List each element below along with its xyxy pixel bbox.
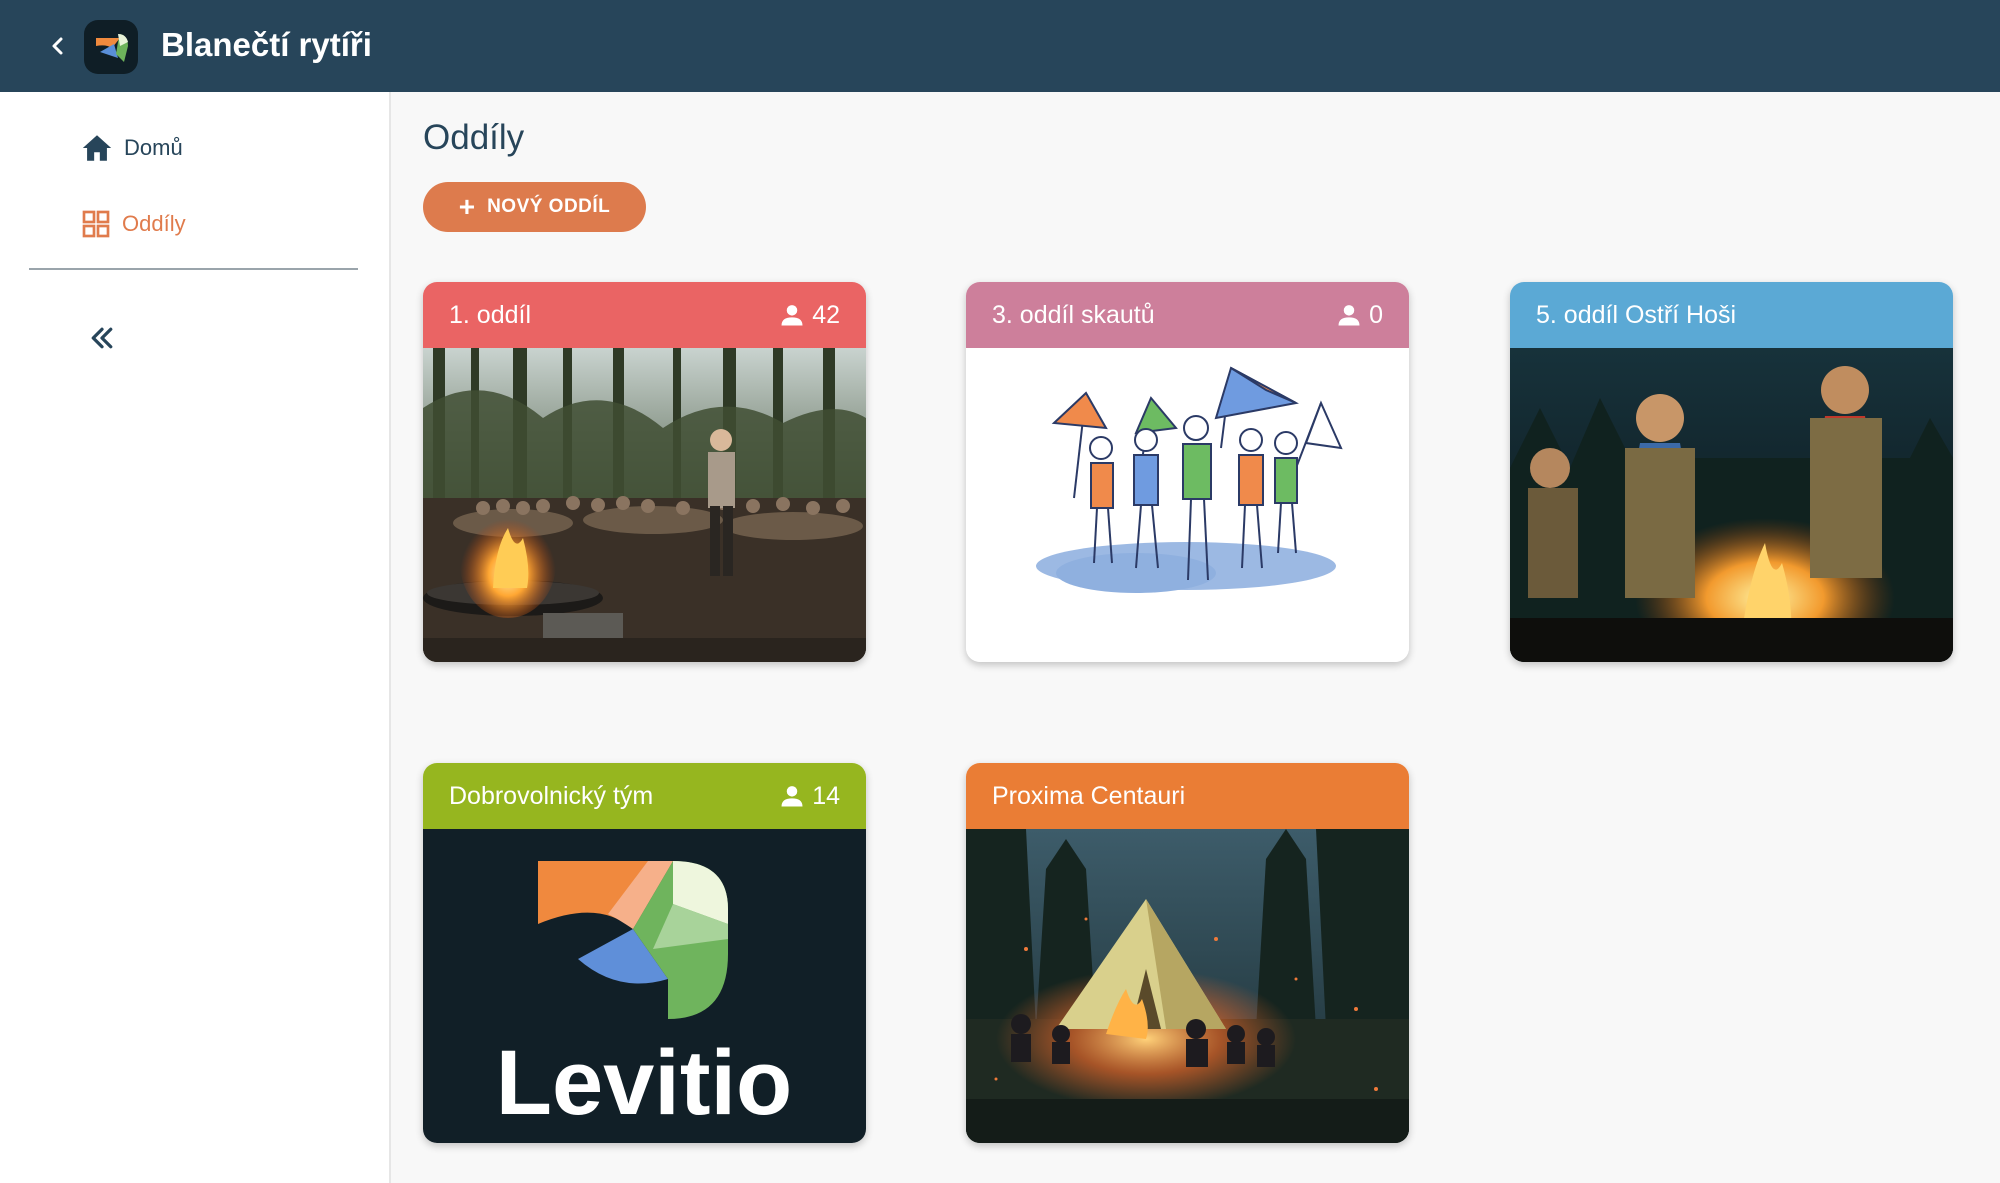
grid-icon (82, 210, 110, 238)
card-image (966, 348, 1409, 662)
card-title: 3. oddíl skautů (992, 301, 1155, 329)
member-count: 14 (778, 779, 840, 813)
card-title: Dobrovolnický tým (449, 782, 654, 810)
member-count-value: 42 (812, 301, 840, 329)
group-card[interactable]: 5. oddíl Ostří Hoši (1510, 282, 1953, 662)
member-count: 0 (1335, 298, 1383, 332)
person-icon (781, 305, 803, 326)
sidebar-item-home[interactable]: Domů (80, 122, 183, 174)
card-image (423, 348, 866, 662)
collapse-sidebar-button[interactable] (82, 318, 122, 358)
sidebar-item-label: Domů (124, 135, 183, 160)
card-title: 1. oddíl (449, 301, 532, 329)
page-title: Oddíly (423, 118, 525, 157)
card-title: Proxima Centauri (992, 782, 1186, 810)
app-logo (84, 20, 138, 74)
card-header: 1. oddíl 42 (423, 282, 866, 348)
card-header: Dobrovolnický tým 14 (423, 763, 866, 829)
card-header: 5. oddíl Ostří Hoši (1510, 282, 1953, 348)
new-group-button[interactable]: + NOVÝ ODDÍL (423, 182, 646, 232)
card-title: 5. oddíl Ostří Hoši (1536, 301, 1737, 329)
group-card[interactable]: 1. oddíl 42 (423, 282, 866, 662)
group-card[interactable]: Proxima Centauri (966, 763, 1409, 1143)
new-group-button-label: NOVÝ ODDÍL (487, 196, 611, 217)
app-title: Blanečtí rytíři (161, 26, 372, 63)
sidebar-item-label: Oddíly (122, 211, 186, 236)
night-scouts-painting (1510, 348, 1953, 662)
card-header: Proxima Centauri (966, 763, 1409, 829)
top-bar: Blanečtí rytíři (0, 0, 2000, 92)
levitio-logo-text: Levitio (496, 1032, 792, 1134)
card-image (966, 829, 1409, 1143)
sidebar-item-groups[interactable]: Oddíly (80, 198, 186, 250)
card-header: 3. oddíl skautů 0 (966, 282, 1409, 348)
sidebar-divider (29, 268, 358, 270)
levitio-logo: Levitio (496, 861, 792, 1134)
tent-campfire-painting (966, 829, 1409, 1143)
plus-icon: + (458, 191, 476, 222)
person-icon (1338, 305, 1360, 326)
campfire-photo (423, 348, 866, 662)
sidebar: Domů Oddíly (0, 92, 391, 1183)
person-icon (781, 786, 803, 807)
member-count: 42 (778, 298, 840, 332)
back-button[interactable] (40, 28, 76, 64)
group-card[interactable]: Dobrovolnický tým 14 Levitio (423, 763, 866, 1143)
double-chevron-left-icon (91, 327, 113, 349)
card-image (1510, 348, 1953, 662)
member-count-value: 0 (1369, 301, 1383, 329)
home-icon (82, 135, 112, 161)
member-count-value: 14 (812, 782, 840, 810)
scouts-illustration (1036, 366, 1343, 593)
group-card[interactable]: 3. oddíl skautů 0 (966, 282, 1409, 662)
card-image: Levitio (423, 829, 866, 1143)
chevron-left-icon (52, 37, 63, 55)
